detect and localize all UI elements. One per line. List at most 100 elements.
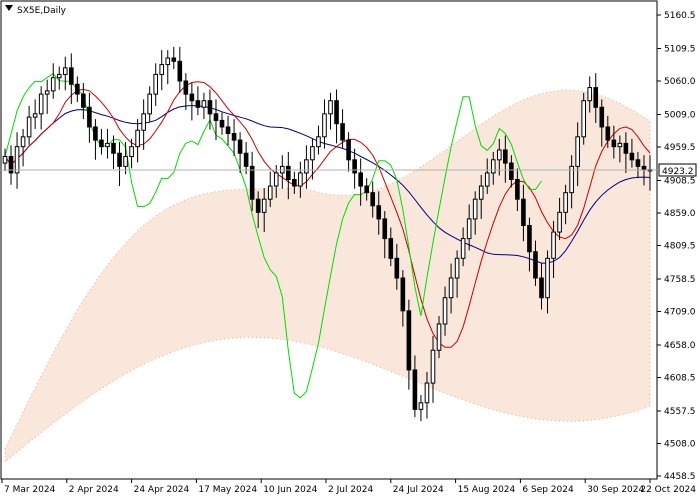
- candle-body: [599, 106, 605, 128]
- candle-body: [466, 218, 472, 240]
- price-tick-label: 4859.0: [664, 209, 696, 219]
- price-tick-label: 5160.5: [664, 11, 696, 21]
- time-tick-label: 15 Aug 2024: [458, 485, 516, 495]
- candle-body: [454, 257, 460, 279]
- candle-body: [430, 349, 436, 384]
- candle-body: [165, 57, 171, 66]
- time-tick-label: 24 Jul 2024: [393, 485, 444, 495]
- candle-body: [316, 136, 321, 148]
- candle-body: [237, 139, 243, 154]
- candle-body: [388, 238, 394, 259]
- candle-body: [44, 90, 50, 95]
- candle-body: [641, 165, 647, 171]
- candle-body: [310, 146, 315, 161]
- candle-body: [123, 156, 128, 167]
- candle-body: [382, 218, 388, 240]
- price-tick-label: 4658.0: [664, 341, 696, 351]
- candle-body: [286, 165, 291, 181]
- candle-body: [261, 198, 267, 213]
- candle-body: [38, 93, 44, 115]
- candle-body: [364, 185, 369, 194]
- time-tick-label: 7 Mar 2024: [4, 485, 56, 495]
- candle-body: [26, 116, 32, 138]
- candle-body: [509, 162, 514, 181]
- candle-body: [207, 100, 213, 115]
- candle-body: [545, 257, 550, 299]
- candle-body: [219, 119, 225, 128]
- candle-body: [141, 113, 146, 131]
- time-tick-label: 2 Apr 2024: [69, 485, 119, 495]
- candle-body: [177, 60, 183, 82]
- candle-body: [213, 113, 219, 121]
- candle-body: [153, 73, 159, 95]
- candle-body: [14, 146, 20, 174]
- candle-body: [623, 142, 629, 154]
- candle-body: [629, 152, 635, 161]
- candle-body: [581, 100, 587, 138]
- candle-body: [593, 87, 599, 108]
- candle-body: [412, 369, 418, 410]
- candle: [581, 92, 587, 145]
- time-tick-label: 30 Sep 2024: [587, 485, 644, 495]
- candle-body: [551, 231, 556, 259]
- candle-body: [503, 149, 508, 164]
- candle-body: [231, 133, 237, 141]
- time-tick-label: 10 Jun 2024: [263, 485, 317, 495]
- candle-body: [418, 402, 424, 410]
- time-tick-label: 6 Sep 2024: [522, 485, 574, 495]
- candle-body: [304, 159, 309, 174]
- candle-body: [478, 185, 484, 200]
- time-tick-label: 22 Oct 2024: [640, 485, 696, 495]
- candle-body: [490, 159, 496, 174]
- candle-body: [135, 129, 140, 148]
- candle-body: [20, 136, 26, 148]
- candle-body: [129, 146, 134, 158]
- candle-body: [376, 205, 382, 220]
- candle-body: [460, 238, 466, 259]
- candle-body: [69, 67, 74, 85]
- time-tick-label: 17 May 2024: [198, 485, 257, 495]
- candle-body: [527, 224, 532, 253]
- candle-body: [424, 382, 430, 404]
- price-chart: 5160.5 5109.5 5060.0 5009.0 4959.5 4908.5 4859…: [0, 0, 697, 495]
- candle-body: [117, 152, 122, 167]
- candle-body: [322, 113, 327, 138]
- candle-body: [605, 126, 611, 141]
- candle-body: [533, 251, 538, 279]
- price-tick-label: 5060.0: [664, 77, 696, 87]
- candle-body: [195, 100, 201, 108]
- candle-body: [147, 93, 152, 115]
- candle-body: [292, 179, 297, 187]
- candle-body: [201, 100, 207, 108]
- candle-body: [189, 93, 195, 102]
- price-tick-label: 4458.5: [664, 472, 696, 482]
- candle-body: [358, 172, 363, 187]
- candle-body: [448, 277, 454, 299]
- candle-body: [225, 126, 231, 135]
- candle-body: [328, 100, 333, 115]
- candle-body: [557, 211, 562, 233]
- candle-body: [32, 113, 38, 118]
- candle-body: [436, 323, 442, 351]
- candle-body: [81, 93, 86, 108]
- candle-body: [2, 156, 8, 164]
- time-tick-label: 24 Apr 2024: [134, 485, 190, 495]
- price-tick-label: 4908.5: [664, 176, 696, 186]
- time-axis: 7 Mar 2024 2 Apr 2024 24 Apr 2024 17 May 20…: [1, 479, 696, 495]
- candle-body: [340, 123, 345, 141]
- candle-body: [255, 198, 261, 213]
- candle-body: [87, 106, 92, 128]
- price-axis: 5160.5 5109.5 5060.0 5009.0 4959.5 4908.5 4859…: [657, 11, 696, 482]
- price-tick-label: 5009.0: [664, 110, 696, 120]
- candle-body: [442, 297, 448, 325]
- price-tick-label: 4608.5: [664, 373, 696, 383]
- price-tick-label: 4709.0: [664, 307, 696, 317]
- candle-body: [587, 87, 593, 102]
- candle-body: [394, 257, 400, 279]
- candle-body: [298, 172, 303, 187]
- candle-body: [273, 172, 279, 187]
- candle-body: [62, 67, 68, 75]
- candle-body: [243, 152, 249, 167]
- time-tick-label: 2 Jul 2024: [328, 485, 373, 495]
- price-tick-label: 5109.5: [664, 44, 696, 54]
